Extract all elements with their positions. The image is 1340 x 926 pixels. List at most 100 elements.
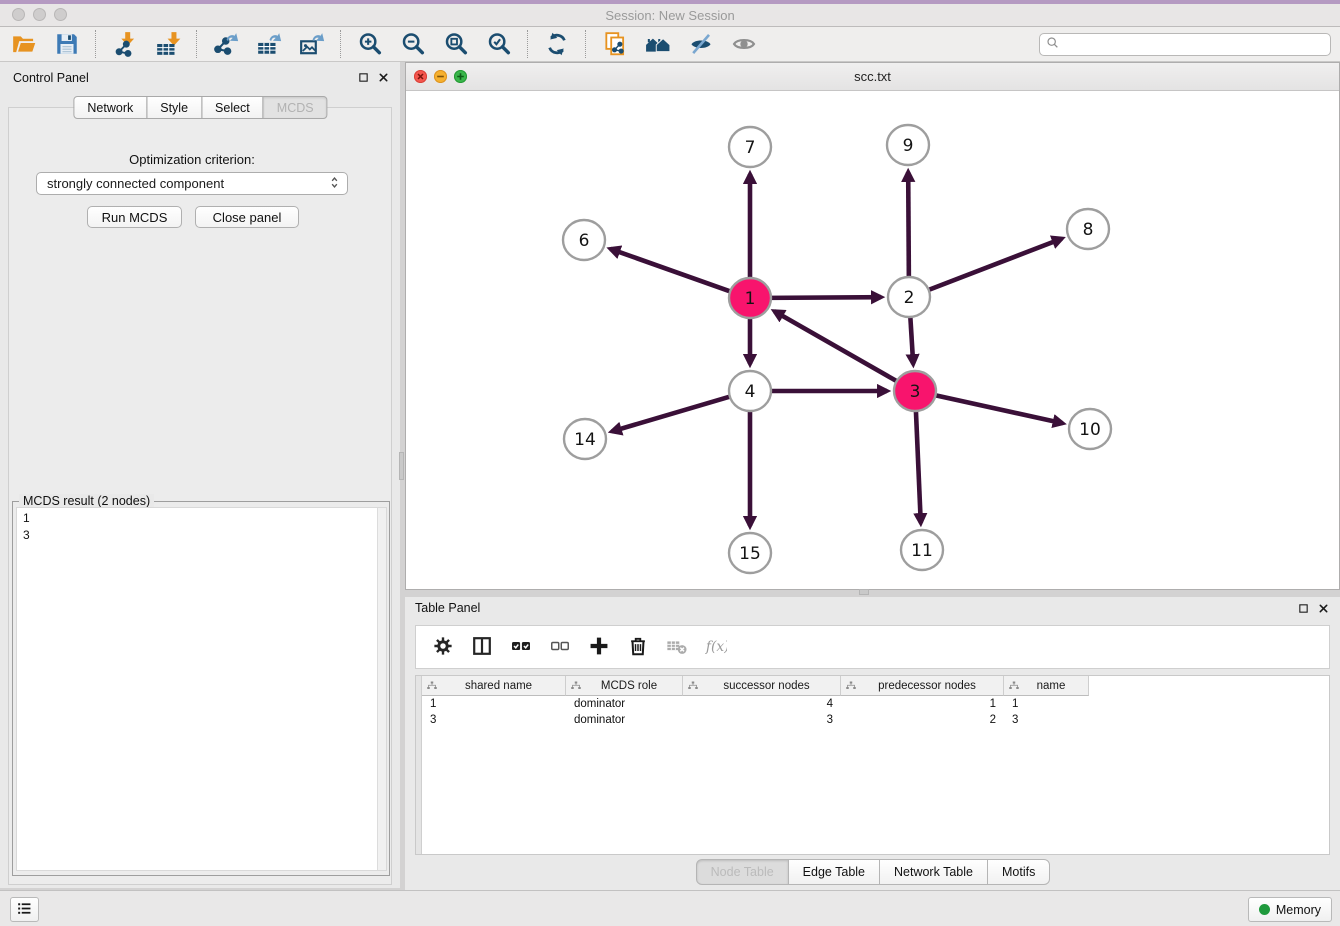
mcds-result-textarea[interactable]: 13 [16, 507, 387, 871]
delete-columns-button[interactable] [623, 632, 653, 662]
search-field[interactable] [1039, 33, 1331, 56]
graph-edge-1-6[interactable] [610, 249, 732, 292]
column-header-label: name [1020, 680, 1088, 692]
zoom-out-icon [400, 31, 426, 57]
toolbar-separator [527, 30, 528, 58]
tab-network[interactable]: Network [73, 96, 147, 119]
table-cell[interactable]: 3 [683, 712, 841, 728]
search-icon [1045, 35, 1061, 54]
graph-node-label-15: 15 [739, 544, 761, 564]
close-panel-button[interactable]: Close panel [195, 206, 299, 228]
table-cell[interactable]: 3 [422, 712, 566, 728]
table-row-1[interactable]: 3dominator323 [422, 712, 1089, 728]
table-header-row: shared nameMCDS rolesuccessor nodes prede… [422, 676, 1089, 696]
show-columns-button[interactable] [467, 632, 497, 662]
search-input[interactable] [1061, 34, 1330, 55]
graph-edge-3-1[interactable] [774, 311, 898, 382]
table-row-0[interactable]: 1dominator411 [422, 696, 1089, 712]
tab-style[interactable]: Style [146, 96, 202, 119]
export-network-button[interactable] [204, 28, 247, 60]
add-column-icon [588, 635, 610, 660]
result-line: 3 [23, 527, 30, 544]
column-header-predecessor-nodes[interactable]: predecessor nodes [841, 676, 1004, 696]
criterion-select[interactable]: strongly connected component [36, 172, 348, 195]
table-panel-title: Table Panel [415, 601, 480, 615]
column-header-label: predecessor nodes [857, 680, 1003, 692]
column-header-name[interactable]: name [1004, 676, 1089, 696]
toolbar-separator [585, 30, 586, 58]
zoom-in-button[interactable] [348, 28, 391, 60]
float-panel-icon[interactable] [357, 71, 370, 84]
toolbar-group-4 [535, 28, 578, 60]
graph-edge-2-8[interactable] [927, 239, 1062, 291]
export-image-button[interactable] [290, 28, 333, 60]
table-cell[interactable]: 4 [683, 696, 841, 712]
hide-graphics-details-button[interactable] [679, 28, 722, 60]
table-cell[interactable]: 1 [841, 696, 1004, 712]
horizontal-splitter-grip[interactable] [859, 589, 869, 595]
table-cell[interactable]: 2 [841, 712, 1004, 728]
node-table[interactable]: shared nameMCDS rolesuccessor nodes prede… [415, 675, 1330, 855]
export-table-button[interactable] [247, 28, 290, 60]
import-table-icon [155, 31, 181, 57]
tab-select[interactable]: Select [201, 96, 264, 119]
zoom-fit-button[interactable] [434, 28, 477, 60]
tab-edge-table[interactable]: Edge Table [788, 859, 880, 885]
import-network-button[interactable] [103, 28, 146, 60]
graph-edge-3-11[interactable] [916, 409, 921, 523]
table-cell[interactable]: dominator [566, 696, 683, 712]
table-cell[interactable]: dominator [566, 712, 683, 728]
graph-node-label-10: 10 [1079, 420, 1101, 440]
export-image-icon [299, 31, 325, 57]
tab-network-table[interactable]: Network Table [879, 859, 988, 885]
apply-layout-icon [544, 31, 570, 57]
zoom-fit-icon [443, 31, 469, 57]
tab-motifs[interactable]: Motifs [987, 859, 1050, 885]
graph-edge-2-9[interactable] [908, 172, 909, 279]
graph-edge-1-2[interactable] [769, 297, 881, 298]
table-cell[interactable]: 1 [422, 696, 566, 712]
delete-table-button [662, 632, 692, 662]
run-mcds-button[interactable]: Run MCDS [87, 206, 182, 228]
zoom-selected-button[interactable] [477, 28, 520, 60]
delete-table-icon [666, 635, 688, 660]
zoom-in-icon [357, 31, 383, 57]
table-cell[interactable]: 1 [1004, 696, 1089, 712]
new-network-from-selection-button[interactable] [593, 28, 636, 60]
graph-edge-4-14[interactable] [612, 396, 732, 431]
new-network-from-selection-icon [602, 31, 628, 57]
network-graph: 7968124314101511 [406, 91, 1339, 589]
optimization-criterion-label: Optimization criterion: [0, 152, 384, 167]
add-column-button[interactable] [584, 632, 614, 662]
save-session-button[interactable] [45, 28, 88, 60]
apply-layout-button[interactable] [535, 28, 578, 60]
zoom-out-button[interactable] [391, 28, 434, 60]
deselect-all-columns-button[interactable] [545, 632, 575, 662]
column-header-successor-nodes[interactable]: successor nodes [683, 676, 841, 696]
import-table-button[interactable] [146, 28, 189, 60]
graph-edge-3-10[interactable] [934, 395, 1063, 423]
close-panel-icon[interactable] [377, 71, 390, 84]
save-session-icon [54, 31, 80, 57]
graph-edge-2-3[interactable] [910, 315, 913, 364]
toolbar-separator [95, 30, 96, 58]
open-file-button[interactable] [2, 28, 45, 60]
result-scrollbar[interactable] [377, 508, 386, 870]
show-graphics-details-button[interactable] [722, 28, 765, 60]
tab-node-table[interactable]: Node Table [696, 859, 789, 885]
tab-mcds[interactable]: MCDS [263, 96, 328, 119]
memory-button[interactable]: Memory [1248, 897, 1332, 922]
task-history-button[interactable] [10, 897, 39, 922]
float-panel-icon[interactable] [1297, 602, 1310, 615]
select-all-columns-button[interactable] [506, 632, 536, 662]
table-cell[interactable]: 3 [1004, 712, 1089, 728]
control-panel-window-buttons [357, 71, 390, 84]
close-panel-icon[interactable] [1317, 602, 1330, 615]
column-header-MCDS-role[interactable]: MCDS role [566, 676, 683, 696]
first-neighbors-button[interactable] [636, 28, 679, 60]
mcds-result-title: MCDS result (2 nodes) [19, 494, 154, 508]
vertical-splitter-grip[interactable] [399, 452, 404, 480]
column-header-shared-name[interactable]: shared name [422, 676, 566, 696]
table-settings-button[interactable] [428, 632, 458, 662]
network-canvas[interactable]: 7968124314101511 [406, 91, 1339, 589]
